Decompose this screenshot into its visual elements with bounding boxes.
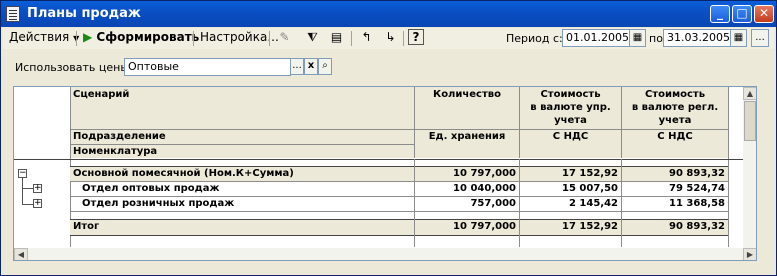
minimize-button[interactable]: _ [710, 5, 730, 23]
row-cost-reg: 90 893,32 [669, 168, 725, 179]
row-name: Отдел розничных продаж [82, 198, 235, 209]
header-qty: Количество [433, 89, 501, 100]
play-icon: ▶ [83, 30, 93, 44]
window-title: Планы продаж [27, 6, 141, 21]
prices-field[interactable]: Оптовые [124, 58, 291, 76]
header-nomenclature: Номенклатура [73, 146, 158, 157]
table-icon[interactable]: ▤ [328, 29, 345, 46]
header-scenario: Сценарий [73, 89, 130, 100]
actions-label: Действия [9, 30, 70, 44]
expand-icon[interactable]: + [33, 199, 42, 208]
row-cost-mgmt: 2 145,42 [568, 198, 618, 209]
toolbar-separator [269, 31, 270, 46]
header-unit: Ед. хранения [428, 131, 506, 142]
filter-icon[interactable]: ⧨ [304, 29, 321, 46]
calendar-icon[interactable]: ▦ [629, 29, 646, 47]
scroll-up-icon[interactable]: ▲ [743, 87, 756, 100]
row-name: Отдел оптовых продаж [82, 183, 220, 194]
expand-icon[interactable]: ↳ [382, 29, 399, 46]
scroll-left-icon[interactable]: ◀ [14, 248, 28, 260]
header-cost-mgmt-2: в валюте упр. [530, 102, 611, 113]
row-qty: 757,000 [470, 198, 516, 209]
total-cost-mgmt: 17 152,92 [562, 221, 618, 232]
close-button[interactable]: ✕ [754, 5, 774, 23]
period-select-button[interactable]: ... [751, 29, 769, 47]
header-department: Подразделение [73, 131, 166, 142]
toolbar-separator [351, 31, 352, 46]
prices-label: Использовать цены: [15, 61, 133, 74]
document-icon [6, 6, 20, 22]
period-to-field[interactable]: 31.03.2005 [663, 29, 731, 47]
actions-menu[interactable]: Действия ▼ [9, 29, 79, 46]
row-name: Основной помесячной (Ном.К+Сумма) [73, 168, 294, 179]
scroll-right-icon[interactable]: ▶ [743, 248, 756, 260]
maximize-button[interactable]: □ [732, 5, 752, 23]
row-qty: 10 040,000 [453, 183, 516, 194]
report-window: Планы продаж _ □ ✕ Действия ▼ ▶ Сформиро… [0, 0, 777, 276]
toolbar-separator [76, 31, 77, 46]
row-qty: 10 797,000 [453, 168, 516, 179]
form-label: Сформировать [96, 30, 200, 44]
prices-clear-button[interactable]: x [304, 58, 318, 75]
header-cost-mgmt-3: учета [554, 115, 587, 126]
header-cost-mgmt-vat: С НДС [552, 131, 589, 142]
collapse-icon[interactable]: ↰ [358, 29, 375, 46]
expand-icon[interactable]: + [33, 184, 42, 193]
row-cost-reg: 11 368,58 [669, 198, 725, 209]
vertical-scrollbar[interactable]: ▲ [743, 87, 756, 248]
row-cost-mgmt: 17 152,92 [562, 168, 618, 179]
total-qty: 10 797,000 [453, 221, 516, 232]
settings-button[interactable]: Настройка... [200, 29, 279, 46]
title-bar: Планы продаж _ □ ✕ [1, 1, 776, 27]
calendar-icon[interactable]: ▦ [730, 29, 747, 47]
total-cost-reg: 90 893,32 [669, 221, 725, 232]
edit-icon[interactable]: ✎ [276, 29, 293, 46]
header-cost-reg-2: в валюте регл. [631, 102, 719, 113]
form-button[interactable]: ▶ Сформировать [83, 29, 199, 46]
collapse-icon[interactable]: − [18, 169, 27, 178]
row-cost-mgmt: 15 007,50 [562, 183, 618, 194]
row-cost-reg: 79 524,74 [669, 183, 725, 194]
toolbar-separator [403, 31, 404, 46]
vertical-scroll-thumb[interactable] [744, 101, 756, 141]
period-from-label: Период с: [506, 32, 563, 45]
header-cost-reg-1: Стоимость [644, 89, 706, 100]
search-icon[interactable]: ⌕ [318, 58, 332, 75]
header-cost-mgmt-1: Стоимость [540, 89, 601, 100]
total-name: Итог [73, 221, 100, 232]
horizontal-scrollbar[interactable]: ◀ ▶ [14, 248, 756, 260]
report-table[interactable]: Сценарий Подразделение Номенклатура Коли… [13, 86, 757, 261]
help-icon[interactable]: ? [408, 29, 424, 45]
header-cost-reg-3: учета [658, 115, 692, 126]
prices-select-button[interactable]: ... [290, 58, 304, 75]
toolbar-separator [193, 31, 194, 46]
header-cost-reg-vat: С НДС [657, 131, 693, 142]
period-from-field[interactable]: 01.01.2005 [562, 29, 630, 47]
period-to-label: по [649, 32, 663, 45]
